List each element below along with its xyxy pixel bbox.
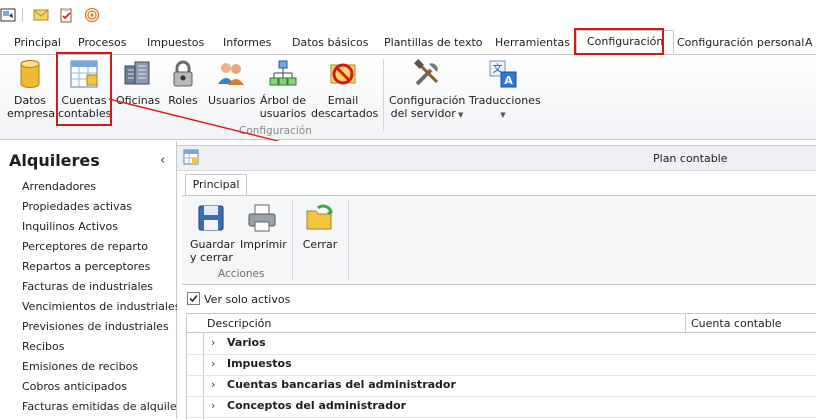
document-ribbon-separator: [292, 200, 293, 280]
ver-solo-activos-row[interactable]: Ver solo activos: [187, 292, 290, 306]
column-header-cuenta-contable[interactable]: Cuenta contable: [691, 317, 782, 330]
nav-item-propiedades-activas[interactable]: Propiedades activas: [22, 200, 132, 213]
column-header-descripcion[interactable]: Descripción: [207, 317, 271, 330]
document-header: Plan contable: [177, 145, 816, 171]
nav-item-emisiones-de-recibos[interactable]: Emisiones de recibos: [22, 360, 138, 373]
printer-icon: [246, 202, 278, 234]
tab-principal-document[interactable]: Principal: [185, 174, 247, 196]
table-row[interactable]: › Cuentas bancarias del administrador: [187, 375, 816, 397]
imprimir-button[interactable]: Imprimir: [240, 202, 287, 251]
table-row[interactable]: › Impuestos: [187, 354, 816, 376]
nav-item-facturas-emitidas-de-alquiler[interactable]: Facturas emitidas de alquiler: [22, 400, 181, 413]
expand-chevron-icon[interactable]: ›: [211, 378, 215, 391]
table-row[interactable]: › Conceptos del administrador: [187, 396, 816, 418]
document-ledger-icon: [183, 149, 199, 165]
cerrar-button[interactable]: Cerrar: [302, 202, 338, 251]
collapse-chevron-icon[interactable]: ‹: [160, 153, 165, 168]
left-navigation-panel: Alquileres ‹ Arrendadores Propiedades ac…: [0, 141, 181, 419]
folder-close-icon: [304, 202, 336, 234]
row-label: Cuentas bancarias del administrador: [227, 378, 456, 391]
nav-item-perceptores-de-reparto[interactable]: Perceptores de reparto: [22, 240, 148, 253]
nav-item-previsiones-de-industriales[interactable]: Previsiones de industriales: [22, 320, 169, 333]
nav-item-facturas-de-industriales[interactable]: Facturas de industriales: [22, 280, 153, 293]
row-label: Impuestos: [227, 357, 292, 370]
acciones-group-label: Acciones: [218, 268, 265, 280]
column-divider: [685, 314, 686, 332]
nav-item-repartos-a-perceptores[interactable]: Repartos a perceptores: [22, 260, 150, 273]
save-icon: [195, 202, 227, 234]
plan-contable-grid: Descripción Cuenta contable › Varios › I…: [186, 313, 816, 420]
nav-item-inquilinos-activos[interactable]: Inquilinos Activos: [22, 220, 118, 233]
table-row[interactable]: › Varios: [187, 333, 816, 355]
document-ribbon-panel: Guardar y cerrar Imprimir Cerrar Accione…: [182, 195, 816, 285]
document-window: Plan contable Principal Guardar y cerrar…: [177, 141, 816, 420]
nav-item-arrendadores[interactable]: Arrendadores: [22, 180, 96, 193]
cerrar-label: Cerrar: [302, 238, 338, 251]
nav-item-vencimientos-de-industriales[interactable]: Vencimientos de industriales: [22, 300, 180, 313]
grid-header: Descripción Cuenta contable: [187, 314, 816, 333]
ver-solo-activos-checkbox[interactable]: [187, 292, 200, 305]
ver-solo-activos-label: Ver solo activos: [204, 293, 291, 306]
document-ribbon-separator-2: [348, 200, 349, 280]
document-title: Plan contable: [653, 152, 728, 165]
nav-item-cobros-anticipados[interactable]: Cobros anticipados: [22, 380, 127, 393]
expand-chevron-icon[interactable]: ›: [211, 336, 215, 349]
guardar-y-cerrar-label: Guardar y cerrar: [190, 238, 235, 264]
row-label: Conceptos del administrador: [227, 399, 407, 412]
expand-chevron-icon[interactable]: ›: [211, 357, 215, 370]
imprimir-label: Imprimir: [240, 238, 287, 251]
row-label: Varios: [227, 336, 266, 349]
nav-item-recibos[interactable]: Recibos: [22, 340, 64, 353]
guardar-y-cerrar-button[interactable]: Guardar y cerrar: [190, 202, 235, 264]
nav-title: Alquileres: [9, 151, 100, 170]
expand-chevron-icon[interactable]: ›: [211, 399, 215, 412]
